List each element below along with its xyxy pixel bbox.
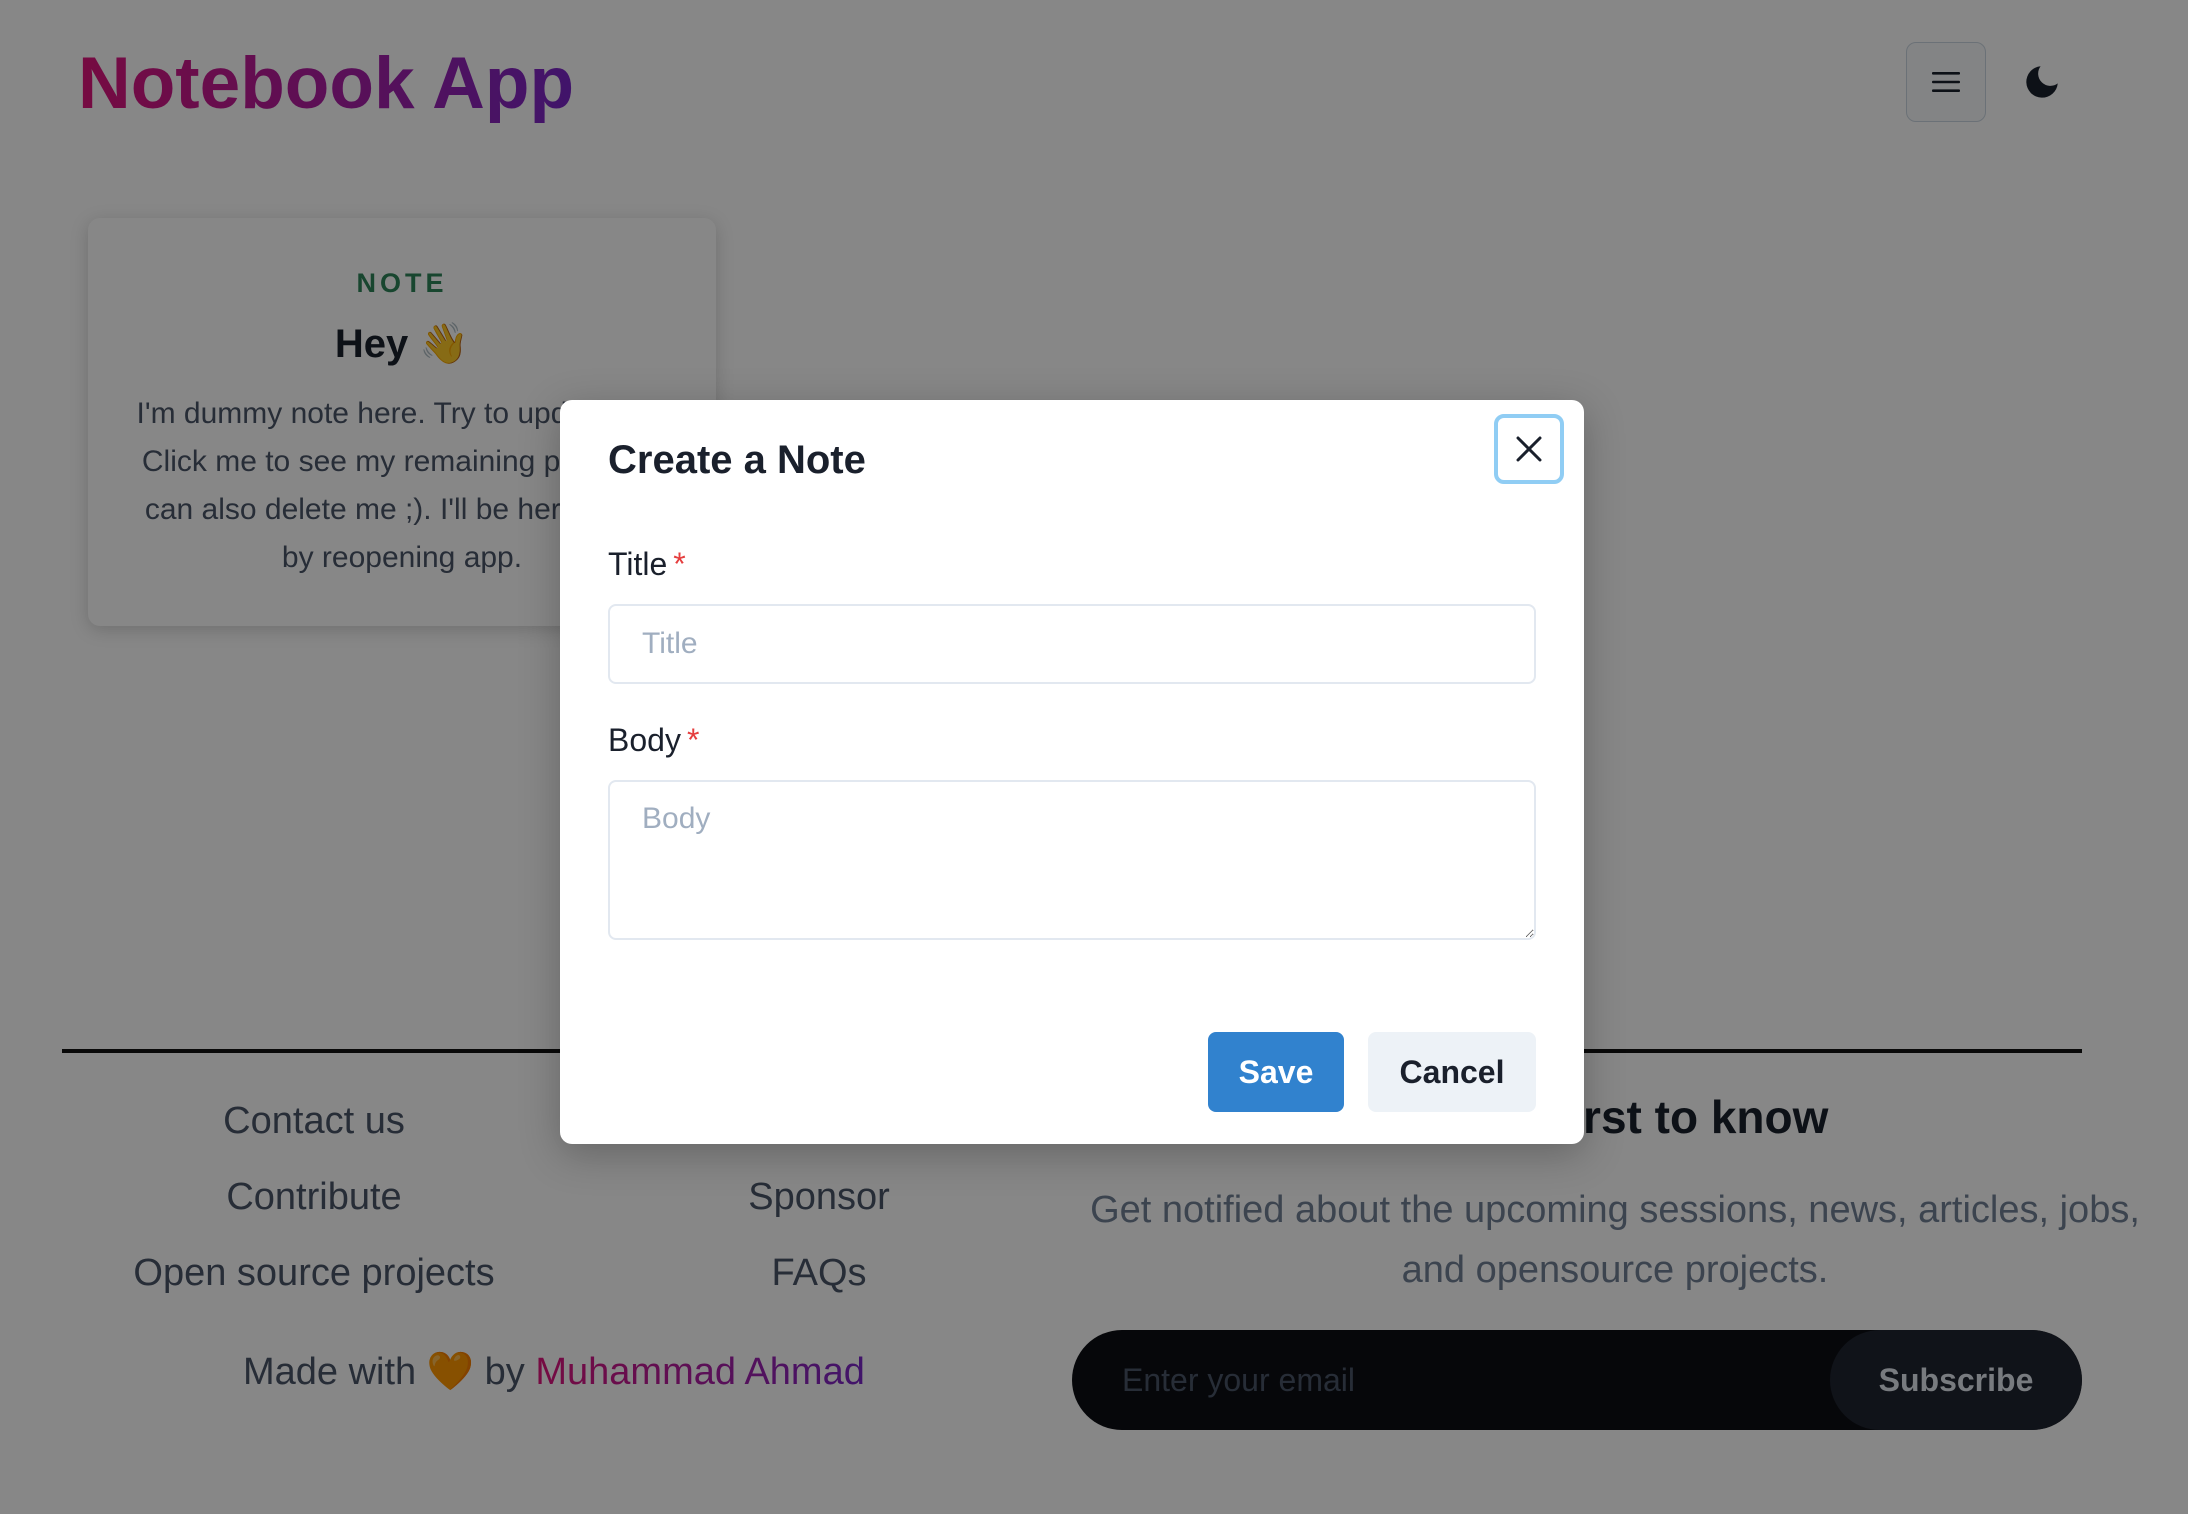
title-field-label: Title *: [608, 546, 686, 583]
body-label-text: Body: [608, 722, 681, 758]
title-label-text: Title: [608, 546, 668, 582]
body-textarea[interactable]: [608, 780, 1536, 940]
cancel-button[interactable]: Cancel: [1368, 1032, 1536, 1112]
close-button[interactable]: [1494, 414, 1564, 484]
save-button[interactable]: Save: [1208, 1032, 1344, 1112]
body-field-label: Body *: [608, 722, 699, 759]
required-mark: *: [686, 722, 700, 758]
modal-title: Create a Note: [608, 438, 866, 482]
close-icon: [1516, 436, 1542, 462]
create-note-modal: Create a Note Title* Body* Save Cancel: [560, 400, 1584, 1144]
title-input[interactable]: [608, 604, 1536, 684]
required-mark: *: [673, 546, 686, 582]
